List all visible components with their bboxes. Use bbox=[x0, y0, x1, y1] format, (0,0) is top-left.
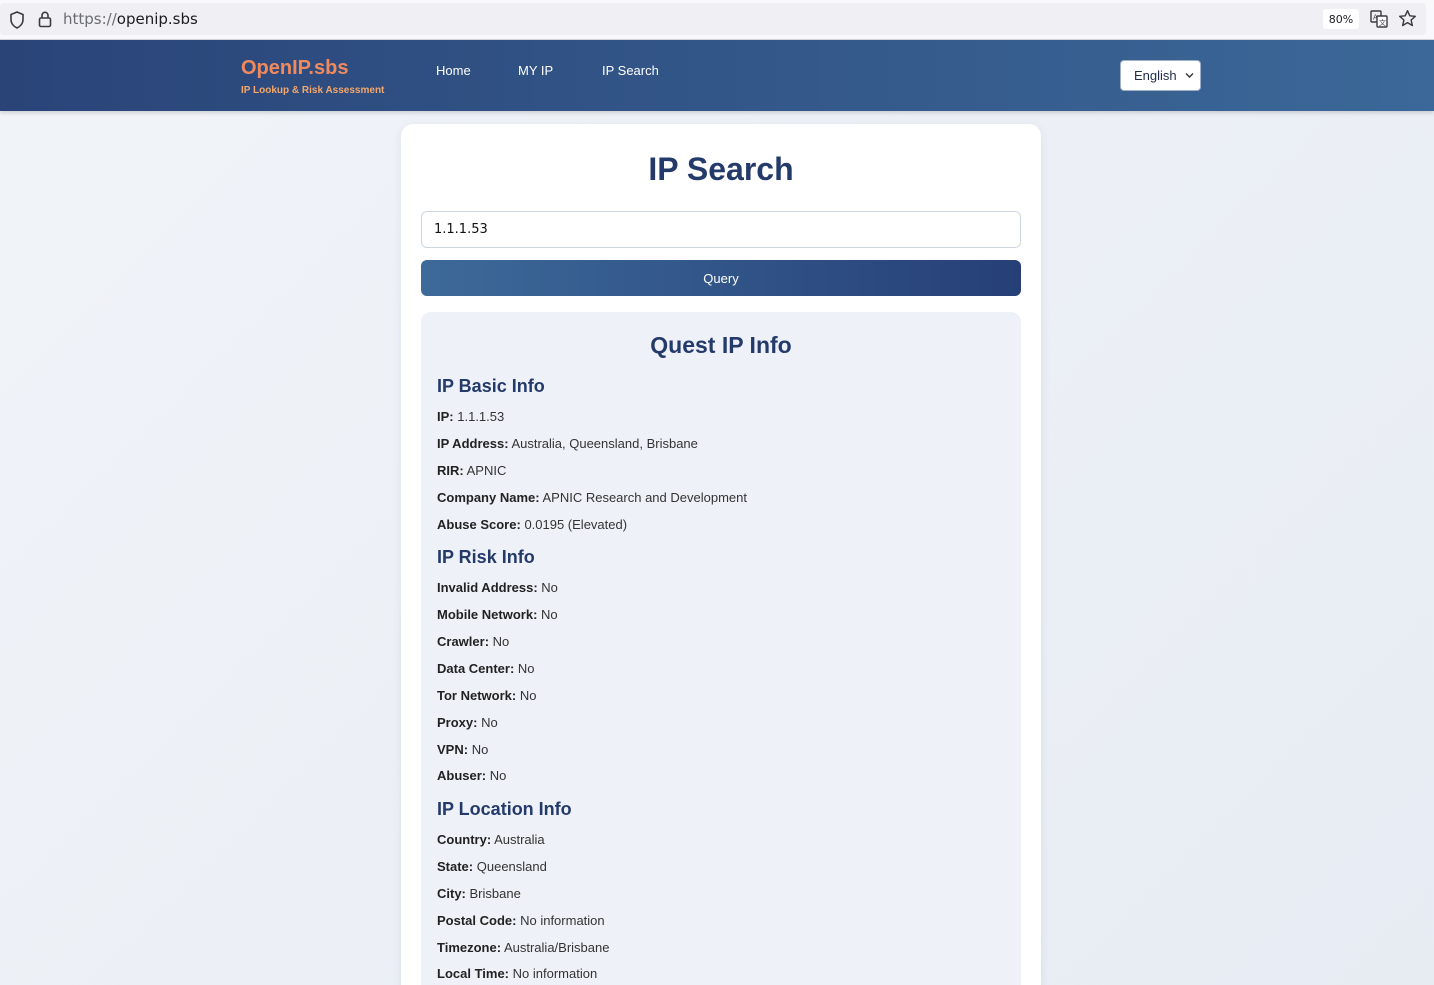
info-row-rir: RIR: APNIC bbox=[437, 463, 506, 478]
info-row-abuser: Abuser: No bbox=[437, 768, 506, 783]
address-bar[interactable] bbox=[0, 3, 1426, 35]
info-key: Invalid Address: bbox=[437, 580, 538, 595]
info-value: APNIC Research and Development bbox=[542, 490, 747, 505]
translate-icon[interactable]: A 文 bbox=[1370, 10, 1388, 28]
info-value: No bbox=[481, 715, 498, 730]
info-row-local-time: Local Time: No information bbox=[437, 966, 597, 981]
info-key: Company Name: bbox=[437, 490, 540, 505]
info-value: No information bbox=[512, 966, 598, 981]
info-key: Local Time: bbox=[437, 966, 510, 981]
info-value: Australia/Brisbane bbox=[503, 940, 610, 955]
svg-text:A: A bbox=[1373, 14, 1378, 22]
info-row-ip: IP: 1.1.1.53 bbox=[437, 409, 504, 424]
info-row-abuse-score: Abuse Score: 0.0195 (Elevated) bbox=[437, 517, 627, 532]
url-text[interactable]: https://openip.sbs bbox=[63, 10, 198, 28]
section-title-basic: IP Basic Info bbox=[437, 376, 545, 396]
browser-toolbar: https://openip.sbs 80% A 文 bbox=[0, 0, 1434, 40]
info-row-vpn: VPN: No bbox=[437, 742, 488, 757]
info-row-country: Country: Australia bbox=[437, 832, 545, 847]
section-title-location: IP Location Info bbox=[437, 799, 572, 819]
info-value: Australia bbox=[494, 832, 545, 847]
shield-icon[interactable] bbox=[9, 11, 25, 29]
info-row-crawler: Crawler: No bbox=[437, 634, 509, 649]
info-value: Brisbane bbox=[469, 886, 521, 901]
info-key: State: bbox=[437, 859, 474, 874]
nav-home[interactable]: Home bbox=[436, 63, 471, 78]
info-value: No bbox=[489, 768, 507, 783]
site-logo[interactable]: OpenIP.sbs bbox=[241, 57, 348, 80]
info-key: Abuser: bbox=[437, 768, 487, 783]
info-row-postal-code: Postal Code: No information bbox=[437, 913, 605, 928]
info-key: Mobile Network: bbox=[437, 607, 538, 622]
info-value: No bbox=[517, 661, 535, 676]
info-row-tor-network: Tor Network: No bbox=[437, 688, 536, 703]
info-key: Postal Code: bbox=[437, 913, 517, 928]
result-title: Quest IP Info bbox=[650, 332, 792, 358]
info-row-proxy: Proxy: No bbox=[437, 715, 498, 730]
info-value: No bbox=[519, 688, 537, 703]
info-value: No bbox=[541, 607, 558, 622]
nav-my-ip[interactable]: MY IP bbox=[518, 63, 553, 78]
svg-text:文: 文 bbox=[1379, 18, 1386, 27]
info-key: IP: bbox=[437, 409, 454, 424]
info-key: Abuse Score: bbox=[437, 517, 521, 532]
info-value: APNIC bbox=[466, 463, 507, 478]
info-row-company: Company Name: APNIC Research and Develop… bbox=[437, 490, 747, 505]
info-value: Australia, Queensland, Brisbane bbox=[511, 436, 698, 451]
query-button[interactable]: Query bbox=[421, 260, 1021, 296]
info-value: No information bbox=[520, 913, 605, 928]
info-value: No bbox=[541, 580, 558, 595]
star-icon[interactable] bbox=[1398, 9, 1417, 28]
info-key: Crawler: bbox=[437, 634, 490, 649]
info-key: Tor Network: bbox=[437, 688, 517, 703]
info-row-city: City: Brisbane bbox=[437, 886, 521, 901]
info-row-timezone: Timezone: Australia/Brisbane bbox=[437, 940, 609, 955]
page-title: IP Search bbox=[648, 151, 794, 187]
info-row-data-center: Data Center: No bbox=[437, 661, 535, 676]
section-title-risk: IP Risk Info bbox=[437, 547, 535, 567]
info-key: Data Center: bbox=[437, 661, 515, 676]
result-panel: Quest IP Info IP Basic Info IP: 1.1.1.53… bbox=[421, 312, 1021, 985]
info-key: RIR: bbox=[437, 463, 464, 478]
info-value: No bbox=[471, 742, 489, 757]
info-key: IP Address: bbox=[437, 436, 509, 451]
info-row-ip-address: IP Address: Australia, Queensland, Brisb… bbox=[437, 436, 698, 451]
site-tagline: IP Lookup & Risk Assessment bbox=[241, 85, 385, 96]
info-value: 1.1.1.53 bbox=[457, 409, 505, 424]
info-key: VPN: bbox=[437, 742, 469, 757]
info-key: City: bbox=[437, 886, 466, 901]
site-header: OpenIP.sbs IP Lookup & Risk Assessment H… bbox=[0, 40, 1434, 111]
language-select-value: English bbox=[1134, 68, 1177, 83]
info-value: 0.0195 (Elevated) bbox=[524, 517, 628, 532]
nav-ip-search[interactable]: IP Search bbox=[602, 63, 659, 78]
language-select[interactable]: English bbox=[1120, 60, 1201, 91]
url-host: openip.sbs bbox=[116, 10, 198, 28]
info-key: Country: bbox=[437, 832, 492, 847]
info-key: Timezone: bbox=[437, 940, 502, 955]
zoom-badge[interactable]: 80% bbox=[1323, 9, 1359, 29]
info-value: No bbox=[492, 634, 510, 649]
chevron-down-icon bbox=[1185, 73, 1194, 78]
ip-search-input[interactable] bbox=[421, 211, 1021, 248]
url-scheme: https:// bbox=[63, 10, 117, 28]
search-card: IP Search Query Quest IP Info IP Basic I… bbox=[401, 124, 1041, 985]
info-row-state: State: Queensland bbox=[437, 859, 547, 874]
info-value: Queensland bbox=[476, 859, 547, 874]
info-key: Proxy: bbox=[437, 715, 478, 730]
info-row-mobile-network: Mobile Network: No bbox=[437, 607, 558, 622]
info-row-invalid-address: Invalid Address: No bbox=[437, 580, 558, 595]
lock-icon[interactable] bbox=[37, 10, 53, 28]
